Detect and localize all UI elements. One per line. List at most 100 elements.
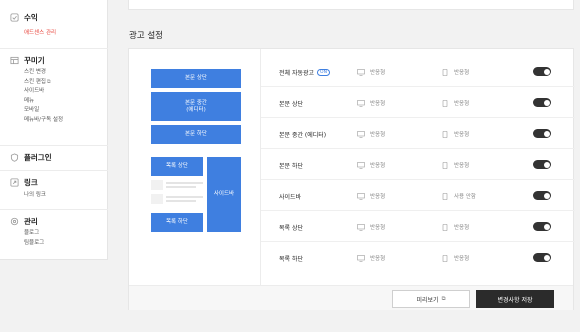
ad-toggle[interactable]	[533, 67, 551, 76]
toggle-knob	[543, 223, 550, 230]
sidebar-heading-plugin[interactable]: 플러그인	[0, 151, 108, 163]
sidebar-heading-decorate[interactable]: 꾸미기	[0, 54, 108, 66]
panel-footer: 미리보기 ⧉ 변경사항 저장	[129, 285, 573, 310]
mobile-icon	[441, 254, 449, 262]
revenue-icon	[10, 12, 19, 22]
ad-row-auto: 전체 자동광고 ON 반응형 반응형	[261, 57, 575, 87]
option-label: 반응형	[370, 132, 386, 138]
ad-row-list-bottom: 목록 하단 반응형 반응형	[261, 243, 575, 273]
ad-toggle[interactable]	[533, 222, 551, 231]
option-label: 반응형	[370, 225, 386, 231]
option-label: 사용 안함	[454, 194, 476, 200]
sidebar: 수익 애드센스 관리 꾸미기 스킨 변경 스킨 편집⧉ 사이드바 메뉴 모바일 …	[0, 0, 108, 260]
ad-toggle[interactable]	[533, 98, 551, 107]
sidebar-item-blog[interactable]: 블로그	[0, 229, 108, 239]
sidebar-heading-link[interactable]: 링크	[0, 176, 108, 188]
ad-toggle[interactable]	[533, 129, 551, 138]
preview-line	[166, 182, 203, 184]
sidebar-section-plugin: 플러그인	[0, 151, 108, 163]
sidebar-item-my-links[interactable]: 나의 링크	[0, 191, 108, 201]
mobile-option[interactable]: 반응형	[441, 99, 469, 107]
ad-toggle[interactable]	[533, 191, 551, 200]
ad-toggle[interactable]	[533, 160, 551, 169]
desktop-icon	[357, 130, 365, 138]
option-label: 반응형	[370, 194, 386, 200]
ad-row-body-top: 본문 상단 반응형 반응형	[261, 88, 575, 118]
on-badge: ON	[317, 68, 330, 77]
mobile-icon	[441, 68, 449, 76]
preview-button-label: 미리보기	[416, 296, 439, 304]
sidebar-heading-label: 관리	[24, 216, 38, 226]
toggle-knob	[543, 130, 550, 137]
sidebar-item-label: 스킨 편집	[24, 78, 46, 85]
desktop-option[interactable]: 반응형	[357, 254, 385, 262]
external-link-icon: ⧉	[441, 295, 446, 302]
desktop-icon	[357, 68, 365, 76]
sidebar-item-team-blog[interactable]: 팀블로그	[0, 239, 108, 249]
preview-line	[166, 200, 196, 202]
external-link-icon: ⧉	[47, 78, 51, 85]
row-label: 본문 상단	[279, 101, 303, 108]
section-title: 광고 설정	[129, 31, 163, 41]
sidebar-heading-label: 수익	[24, 12, 38, 22]
desktop-option[interactable]: 반응형	[357, 130, 385, 138]
sidebar-section-decorate: 꾸미기 스킨 변경 스킨 편집⧉ 사이드바 메뉴 모바일 메뉴바/구독 설정	[0, 54, 108, 125]
toggle-knob	[543, 254, 550, 261]
sidebar-heading-label: 꾸미기	[24, 55, 45, 65]
desktop-icon	[357, 161, 365, 169]
row-label: 본문 중간 (에디터)	[279, 132, 327, 139]
mobile-icon	[441, 223, 449, 231]
sidebar-divider	[0, 48, 108, 49]
preview-body-bottom: 본문 하단	[151, 125, 241, 144]
mobile-icon	[441, 161, 449, 169]
sidebar-section-manage: 관리 블로그 팀블로그	[0, 215, 108, 248]
preview-body-mid: 본문 중간 (에디터)	[151, 92, 241, 121]
row-name: 본문 하단	[279, 161, 303, 170]
sidebar-item-sidebar[interactable]: 사이드바	[0, 87, 108, 97]
sidebar-divider	[0, 145, 108, 146]
save-button[interactable]: 변경사항 저장	[476, 290, 554, 308]
desktop-option[interactable]: 반응형	[357, 161, 385, 169]
ad-row-sidebar: 사이드바 반응형 사용 안함	[261, 181, 575, 211]
desktop-option[interactable]: 반응형	[357, 223, 385, 231]
mobile-option[interactable]: 반응형	[441, 68, 469, 76]
row-label: 전체 자동광고	[279, 70, 315, 77]
preview-thumb	[151, 194, 163, 204]
option-label: 반응형	[454, 225, 470, 231]
ad-toggle[interactable]	[533, 253, 551, 262]
sidebar-item-adsense[interactable]: 애드센스 관리	[0, 29, 108, 39]
desktop-option[interactable]: 반응형	[357, 192, 385, 200]
sidebar-item-menubar-subscribe[interactable]: 메뉴바/구독 설정	[0, 116, 108, 126]
preview-button[interactable]: 미리보기 ⧉	[392, 290, 470, 308]
mobile-option[interactable]: 반응형	[441, 223, 469, 231]
preview-list-bottom: 목록 하단	[151, 213, 203, 232]
sidebar-item-mobile[interactable]: 모바일	[0, 106, 108, 116]
mobile-option[interactable]: 반응형	[441, 161, 469, 169]
shield-icon	[10, 152, 19, 162]
ad-row-body-bottom: 본문 하단 반응형 반응형	[261, 150, 575, 180]
option-label: 반응형	[454, 101, 470, 107]
sidebar-section-revenue: 수익 애드센스 관리	[0, 11, 108, 39]
desktop-option[interactable]: 반응형	[357, 68, 385, 76]
sidebar-item-skin-change[interactable]: 스킨 변경	[0, 68, 108, 78]
desktop-icon	[357, 223, 365, 231]
link-icon	[10, 177, 19, 187]
mobile-icon	[441, 99, 449, 107]
sidebar-item-skin-edit[interactable]: 스킨 편집⧉	[0, 78, 108, 88]
mobile-option[interactable]: 사용 안함	[441, 192, 476, 200]
sidebar-item-menu[interactable]: 메뉴	[0, 97, 108, 107]
mobile-icon	[441, 192, 449, 200]
mobile-option[interactable]: 반응형	[441, 254, 469, 262]
option-label: 반응형	[454, 163, 470, 169]
option-label: 반응형	[370, 70, 386, 76]
ad-row-list-top: 목록 상단 반응형 반응형	[261, 212, 575, 242]
option-label: 반응형	[454, 256, 470, 262]
sidebar-divider	[0, 170, 108, 171]
mobile-option[interactable]: 반응형	[441, 130, 469, 138]
sidebar-heading-revenue[interactable]: 수익	[0, 11, 108, 23]
desktop-option[interactable]: 반응형	[357, 99, 385, 107]
preview-line	[166, 186, 196, 188]
sidebar-heading-manage[interactable]: 관리	[0, 215, 108, 227]
row-label: 목록 상단	[279, 225, 303, 232]
row-name: 본문 중간 (에디터)	[279, 130, 326, 139]
